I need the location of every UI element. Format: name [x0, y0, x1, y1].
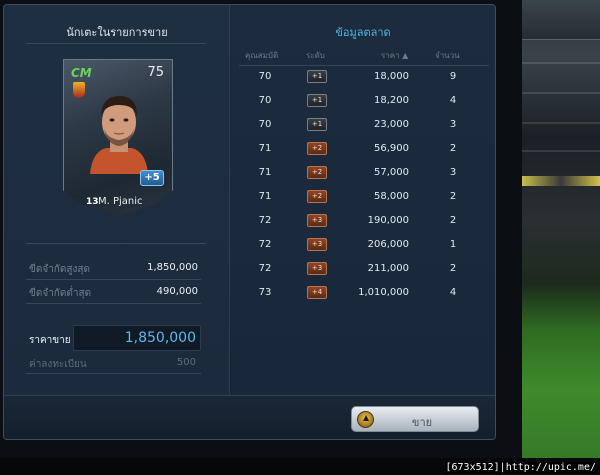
level-badge: +1	[307, 70, 327, 83]
market-info-panel: ข้อมูลตลาด คุณสมบัติ ระดับ ราคา ▲ จำนวน …	[231, 5, 495, 395]
level-badge: +3	[307, 262, 327, 275]
player-card[interactable]: CM 75 +5 13 M. Pjanic	[63, 59, 173, 217]
registration-fee-label: ค่าลงทะเบียน	[29, 359, 87, 370]
table-row[interactable]: 70 +1 18,200 4	[231, 90, 495, 113]
level-badge: +2	[307, 190, 327, 203]
row-overall: 72	[258, 263, 272, 274]
row-overall: 71	[258, 143, 272, 154]
row-quantity: 3	[449, 119, 457, 130]
row-price: 1,010,000	[358, 287, 409, 298]
row-quantity: 2	[449, 263, 457, 274]
market-table-header: คุณสมบัติ ระดับ ราคา ▲ จำนวน	[231, 47, 495, 63]
level-badge: +1	[307, 118, 327, 131]
row-price: 211,000	[367, 263, 409, 274]
table-row[interactable]: 72 +3 211,000 2	[231, 258, 495, 281]
divider	[26, 279, 201, 280]
level-badge: +1	[307, 94, 327, 107]
row-overall: 73	[258, 287, 272, 298]
row-price: 58,000	[374, 191, 409, 202]
row-price: 190,000	[367, 215, 409, 226]
row-quantity: 4	[449, 95, 457, 106]
stand-line	[522, 150, 600, 152]
row-price: 18,200	[374, 95, 409, 106]
registration-fee-value: 500	[176, 357, 196, 368]
max-price-value: 1,850,000	[147, 262, 198, 273]
level-badge: +2	[307, 166, 327, 179]
row-quantity: 2	[449, 143, 457, 154]
player-name: M. Pjanic	[98, 196, 143, 207]
table-row[interactable]: 71 +2 58,000 2	[231, 186, 495, 209]
stand-line	[522, 122, 600, 124]
row-overall: 72	[258, 215, 272, 226]
divider	[26, 243, 206, 244]
row-overall: 71	[258, 191, 272, 202]
row-overall: 72	[258, 239, 272, 250]
header-price[interactable]: ราคา ▲	[381, 49, 408, 62]
table-row[interactable]: 72 +3 190,000 2	[231, 210, 495, 233]
header-level[interactable]: ระดับ	[306, 49, 325, 62]
row-quantity: 2	[449, 215, 457, 226]
game-screen: นักเตะในรายการขาย CM 75 +5 13 M. Pjanic …	[0, 0, 600, 475]
sell-price-input[interactable]	[73, 325, 201, 351]
table-row[interactable]: 70 +1 18,000 9	[231, 66, 495, 89]
player-number: 13	[86, 197, 99, 207]
row-price: 56,900	[374, 143, 409, 154]
table-row[interactable]: 71 +2 57,000 3	[231, 162, 495, 185]
player-sell-panel: นักเตะในรายการขาย CM 75 +5 13 M. Pjanic …	[4, 5, 230, 395]
player-portrait	[90, 96, 148, 174]
table-row[interactable]: 70 +1 23,000 3	[231, 114, 495, 137]
row-overall: 71	[258, 167, 272, 178]
divider	[26, 373, 201, 374]
level-badge: +3	[307, 238, 327, 251]
row-quantity: 2	[449, 191, 457, 202]
player-overall: 75	[147, 65, 164, 80]
min-price-row: ขีดจำกัดต่ำสุด 490,000	[29, 281, 201, 303]
divider	[26, 303, 201, 304]
club-crest-icon	[73, 82, 85, 98]
row-price: 206,000	[367, 239, 409, 250]
market-title: ข้อมูลตลาด	[335, 26, 391, 39]
upgrade-badge: +5	[140, 170, 164, 186]
max-price-row: ขีดจำกัดสูงสุด 1,850,000	[29, 257, 201, 279]
sell-button-label: ขาย	[411, 416, 433, 429]
table-row[interactable]: 71 +2 56,900 2	[231, 138, 495, 161]
row-overall: 70	[258, 119, 272, 130]
level-badge: +4	[307, 286, 327, 299]
dialog-footer: ขาย	[4, 395, 495, 439]
row-price: 23,000	[374, 119, 409, 130]
row-overall: 70	[258, 71, 272, 82]
sell-player-dialog: นักเตะในรายการขาย CM 75 +5 13 M. Pjanic …	[3, 4, 496, 440]
row-price: 18,000	[374, 71, 409, 82]
row-quantity: 4	[449, 287, 457, 298]
player-position: CM	[71, 66, 92, 80]
divider	[26, 43, 206, 44]
level-badge: +3	[307, 214, 327, 227]
row-quantity: 1	[449, 239, 457, 250]
row-price: 57,000	[374, 167, 409, 178]
header-overall[interactable]: คุณสมบัติ	[245, 49, 278, 62]
row-overall: 70	[258, 95, 272, 106]
watermark: [673x512]|http://upic.me/	[445, 462, 596, 473]
row-quantity: 3	[449, 167, 457, 178]
row-quantity: 9	[449, 71, 457, 82]
table-row[interactable]: 72 +3 206,000 1	[231, 234, 495, 257]
stand-line	[522, 62, 600, 64]
level-badge: +2	[307, 142, 327, 155]
max-price-label: ขีดจำกัดสูงสุด	[29, 264, 90, 275]
min-price-label: ขีดจำกัดต่ำสุด	[29, 288, 92, 299]
table-row[interactable]: 73 +4 1,010,000 4	[231, 282, 495, 305]
stadium-background	[522, 0, 600, 458]
panel-title: นักเตะในรายการขาย	[66, 26, 168, 39]
header-quantity[interactable]: จำนวน	[435, 49, 460, 62]
min-price-value: 490,000	[156, 286, 198, 297]
advertising-board	[522, 176, 600, 186]
stadium-roof	[522, 0, 600, 40]
sell-button[interactable]: ขาย	[351, 406, 479, 432]
sell-price-label: ราคาขาย	[29, 335, 71, 346]
stand-line	[522, 92, 600, 94]
